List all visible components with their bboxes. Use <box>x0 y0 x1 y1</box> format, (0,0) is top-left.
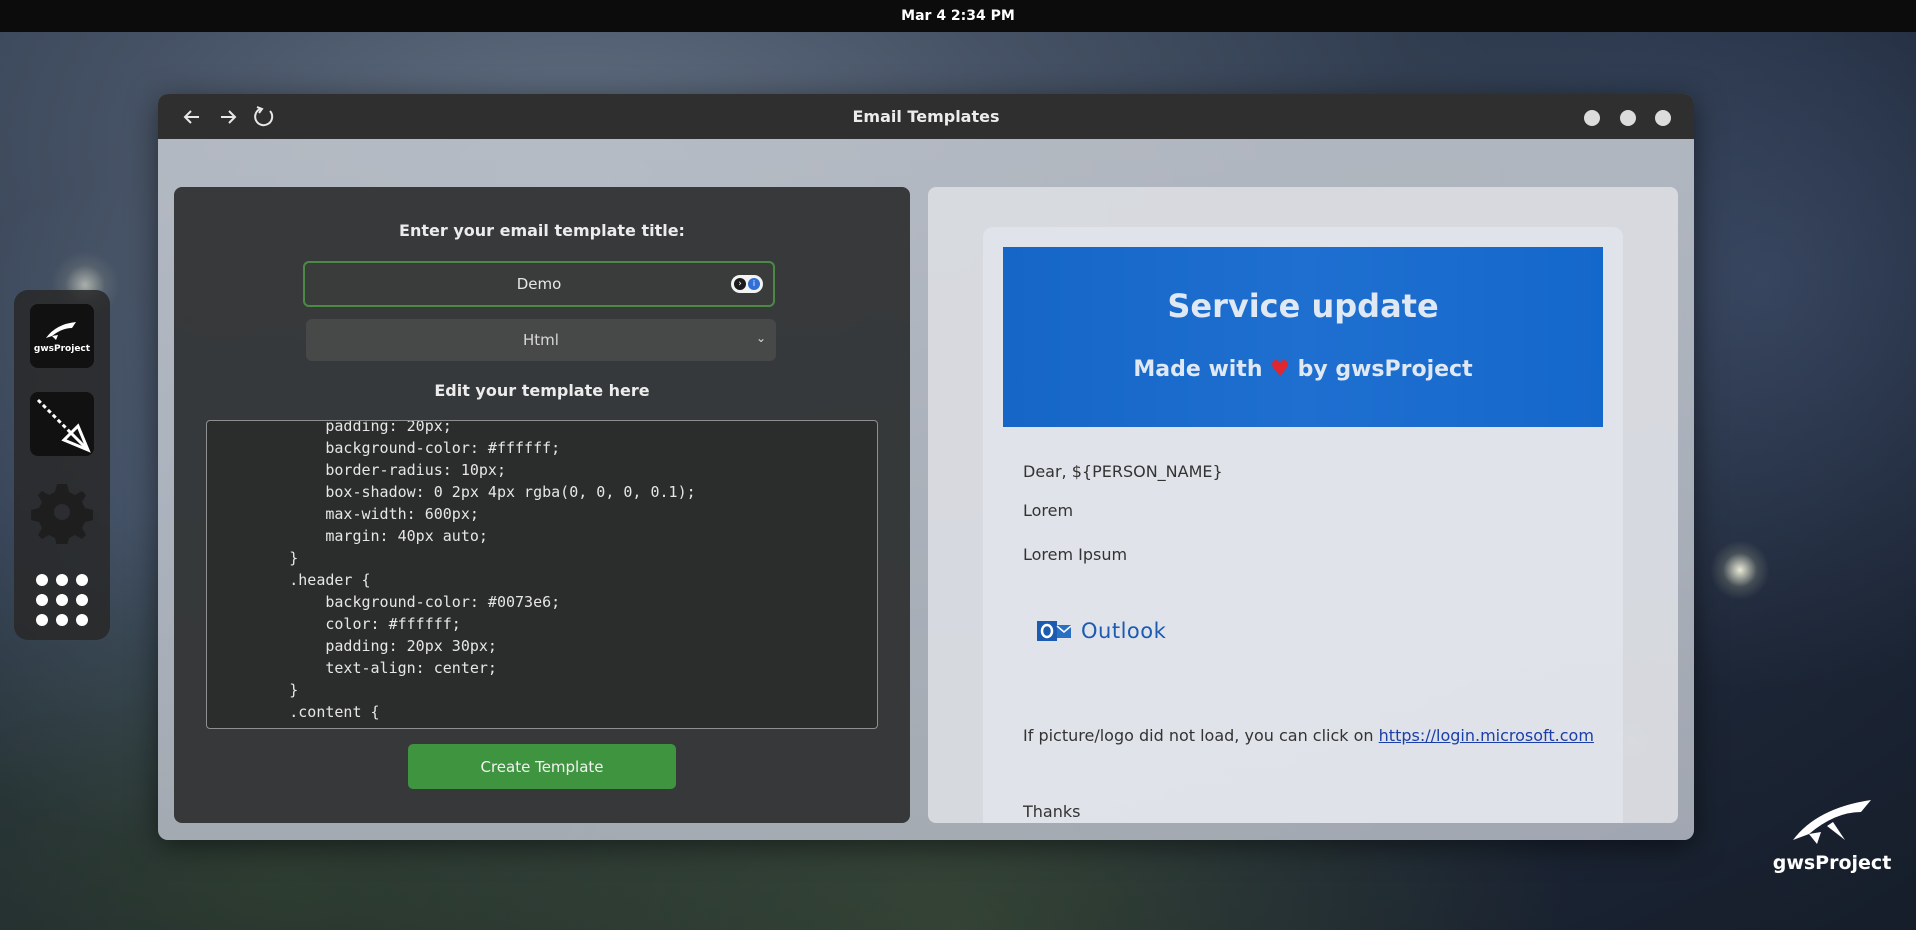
info-icon: i <box>748 278 760 290</box>
template-type-value: Html <box>523 331 559 349</box>
fallback-line: If picture/logo did not load, you can cl… <box>1023 726 1594 745</box>
code-lines: padding: 20px; background-color: #ffffff… <box>207 420 696 723</box>
code-line: background-color: #ffffff; <box>217 439 561 457</box>
firefly <box>1710 540 1770 600</box>
outlook-icon <box>1037 621 1072 641</box>
dock-app-grid[interactable] <box>30 568 94 632</box>
arrow-left-icon <box>183 110 199 124</box>
forward-button[interactable] <box>214 103 242 131</box>
code-line: color: #ffffff; <box>217 615 461 633</box>
close-button[interactable] <box>1655 110 1671 126</box>
arrow-right-icon <box>221 110 237 124</box>
dock-arrow-app[interactable] <box>30 392 94 456</box>
subtitle-before: Made with <box>1133 357 1263 382</box>
minimize-button[interactable] <box>1584 110 1600 126</box>
dock-gwsproject-label: gwsProject <box>33 344 91 354</box>
top-bar: Mar 4 2:34 PM <box>0 0 1916 32</box>
code-line: .header { <box>217 571 371 589</box>
email-line-2: Lorem Ipsum <box>1023 545 1128 564</box>
email-greeting: Dear, ${PERSON_NAME} <box>1023 462 1223 481</box>
window-title: Email Templates <box>852 107 1000 126</box>
code-line: padding: 20px; <box>217 420 452 435</box>
code-line: } <box>217 549 299 567</box>
email-closing: Thanks <box>1023 802 1081 821</box>
code-line: max-width: 600px; <box>217 505 479 523</box>
chevron-right-icon: › <box>734 278 746 290</box>
gwsproject-logo-icon <box>1793 800 1871 844</box>
code-line: .content { <box>217 703 380 721</box>
email-header-banner: Service update Made with ♥ by gwsProject <box>1003 247 1603 427</box>
email-line-1: Lorem <box>1023 501 1074 520</box>
maximize-button[interactable] <box>1620 110 1636 126</box>
email-templates-window: Email Templates Enter your email templat… <box>158 94 1694 840</box>
create-template-button[interactable]: Create Template <box>408 744 676 789</box>
code-line: background-color: #0073e6; <box>217 593 561 611</box>
back-button[interactable] <box>178 103 206 131</box>
email-header-subtitle: Made with ♥ by gwsProject <box>1003 357 1603 382</box>
gear-icon <box>31 484 93 544</box>
template-code-editor[interactable]: padding: 20px; background-color: #ffffff… <box>206 420 878 729</box>
content-area: Enter your email template title: › i Htm… <box>158 139 1694 840</box>
arrow-icon <box>36 398 91 453</box>
code-line: } <box>217 681 299 699</box>
title-prompt: Enter your email template title: <box>399 221 685 240</box>
edit-heading: Edit your template here <box>434 381 650 400</box>
code-line: padding: 20px 30px; <box>217 637 497 655</box>
chevron-down-icon: ⌄ <box>755 331 766 345</box>
title-field-wrapper: › i <box>303 261 775 307</box>
subtitle-after: by gwsProject <box>1297 357 1473 382</box>
reload-button[interactable] <box>250 103 278 131</box>
clock[interactable]: Mar 4 2:34 PM <box>901 8 1015 24</box>
heart-icon: ♥ <box>1270 357 1290 382</box>
gwsproject-logo-icon <box>45 322 76 340</box>
dock-gwsproject-app[interactable]: gwsProject <box>30 304 94 368</box>
outlook-logo: Outlook <box>1037 619 1166 643</box>
gwsproject-brand: gwsProject <box>1772 796 1892 874</box>
code-line: border-radius: 10px; <box>217 461 506 479</box>
outlook-logo-text: Outlook <box>1081 619 1167 643</box>
code-line: text-align: center; <box>217 659 497 677</box>
title-bar: Email Templates <box>158 94 1694 139</box>
dock: gwsProject <box>14 290 110 640</box>
email-card: Service update Made with ♥ by gwsProject… <box>983 227 1623 823</box>
gwsproject-label: gwsProject <box>1772 852 1892 874</box>
microsoft-login-link[interactable]: https://login.microsoft.com <box>1379 726 1594 745</box>
template-title-input[interactable] <box>349 275 729 293</box>
code-line: box-shadow: 0 2px 4px rgba(0, 0, 0, 0.1)… <box>217 483 696 501</box>
fallback-text: If picture/logo did not load, you can cl… <box>1023 726 1374 745</box>
code-line: margin: 40px auto; <box>217 527 488 545</box>
reload-icon <box>254 106 274 127</box>
dock-settings-app[interactable] <box>30 480 94 544</box>
email-header-title: Service update <box>1167 287 1439 325</box>
template-editor-panel: Enter your email template title: › i Htm… <box>174 187 910 823</box>
app-grid-icon <box>36 574 88 626</box>
email-preview-panel[interactable]: Service update Made with ♥ by gwsProject… <box>928 187 1678 823</box>
password-manager-icon[interactable]: › i <box>731 275 763 293</box>
template-type-select[interactable]: Html ⌄ <box>306 319 776 361</box>
